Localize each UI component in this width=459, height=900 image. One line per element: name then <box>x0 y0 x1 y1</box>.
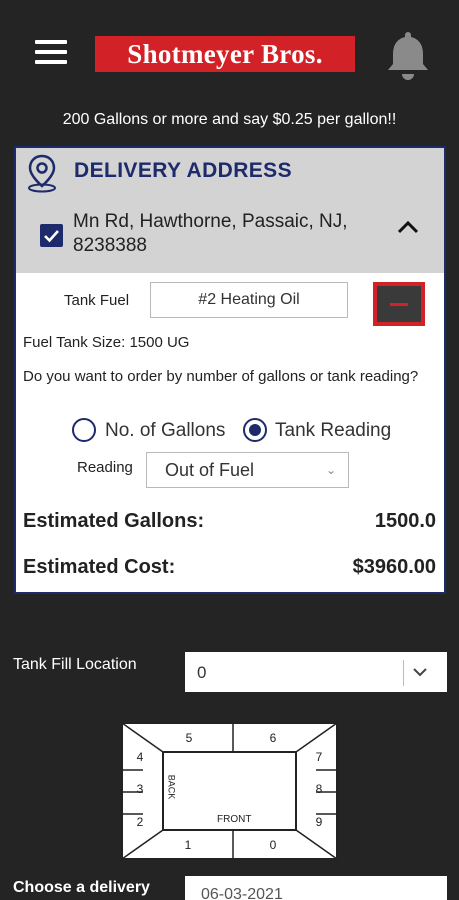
caret-up-icon[interactable] <box>395 218 421 236</box>
position-7[interactable]: 7 <box>309 750 329 764</box>
reading-label: Reading <box>77 459 133 476</box>
delivery-date-value: 06-03-2021 <box>201 886 283 900</box>
house-outline <box>121 722 338 860</box>
front-label: FRONT <box>217 814 252 825</box>
position-9[interactable]: 9 <box>309 815 329 829</box>
tank-reading-radio[interactable] <box>243 418 267 442</box>
remove-tank-button[interactable] <box>373 282 425 326</box>
minus-icon <box>390 303 408 306</box>
tank-fill-location-label: Tank Fill Location <box>13 656 137 673</box>
position-1[interactable]: 1 <box>178 838 198 852</box>
tank-fill-location-value: 0 <box>197 663 207 682</box>
position-6[interactable]: 6 <box>263 731 283 745</box>
brand-logo: Shotmeyer Bros. <box>95 36 355 72</box>
position-4[interactable]: 4 <box>130 750 150 764</box>
fuel-tank-size: Fuel Tank Size: 1500 UG <box>23 334 190 351</box>
position-2[interactable]: 2 <box>130 815 150 829</box>
reading-dropdown-value: Out of Fuel <box>165 460 255 480</box>
gallons-radio-label[interactable]: No. of Gallons <box>105 420 225 442</box>
house-position-diagram: 5 6 4 7 3 8 2 9 1 0 FRONT BACK <box>121 722 338 860</box>
delivery-address-text: Mn Rd, Hawthorne, Passaic, NJ, 8238388 <box>73 211 348 256</box>
position-0[interactable]: 0 <box>263 838 283 852</box>
top-bar: Shotmeyer Bros. <box>0 0 459 100</box>
tank-reading-radio-label[interactable]: Tank Reading <box>275 420 391 442</box>
address-checkbox[interactable] <box>40 224 63 247</box>
gallons-radio[interactable] <box>72 418 96 442</box>
back-label: BACK <box>166 774 177 800</box>
checkmark-icon <box>44 230 59 243</box>
delivery-date-label: Choose a delivery <box>13 879 150 896</box>
estimated-cost-label: Estimated Cost: <box>23 556 176 578</box>
delivery-address-title: DELIVERY ADDRESS <box>74 159 292 182</box>
delivery-date-input[interactable]: 06-03-2021 <box>185 876 447 900</box>
tank-fuel-label: Tank Fuel <box>64 292 130 309</box>
estimated-cost-value: $3960.00 <box>352 556 436 578</box>
tank-fuel-field: #2 Heating Oil <box>150 282 348 318</box>
position-5[interactable]: 5 <box>179 731 199 745</box>
chevron-down-icon <box>413 668 427 677</box>
location-pin-icon <box>28 154 56 193</box>
hamburger-menu-icon[interactable] <box>35 40 67 66</box>
position-3[interactable]: 3 <box>130 782 150 796</box>
tank-fill-location-dropdown[interactable]: 0 <box>185 652 447 692</box>
order-method-question: Do you want to order by number of gallon… <box>23 368 419 385</box>
reading-dropdown[interactable]: Out of Fuel ⌄ <box>146 452 349 488</box>
estimated-gallons-value: 1500.0 <box>374 510 436 532</box>
bell-icon[interactable] <box>384 28 432 80</box>
promo-banner: 200 Gallons or more and say $0.25 per ga… <box>62 111 397 128</box>
delivery-card: DELIVERY ADDRESS Mn Rd, Hawthorne, Passa… <box>14 146 446 594</box>
delivery-address-header: DELIVERY ADDRESS Mn Rd, Hawthorne, Passa… <box>16 148 444 273</box>
estimated-gallons-label: Estimated Gallons: <box>23 510 205 532</box>
chevron-down-icon: ⌄ <box>325 463 336 477</box>
position-8[interactable]: 8 <box>309 782 329 796</box>
